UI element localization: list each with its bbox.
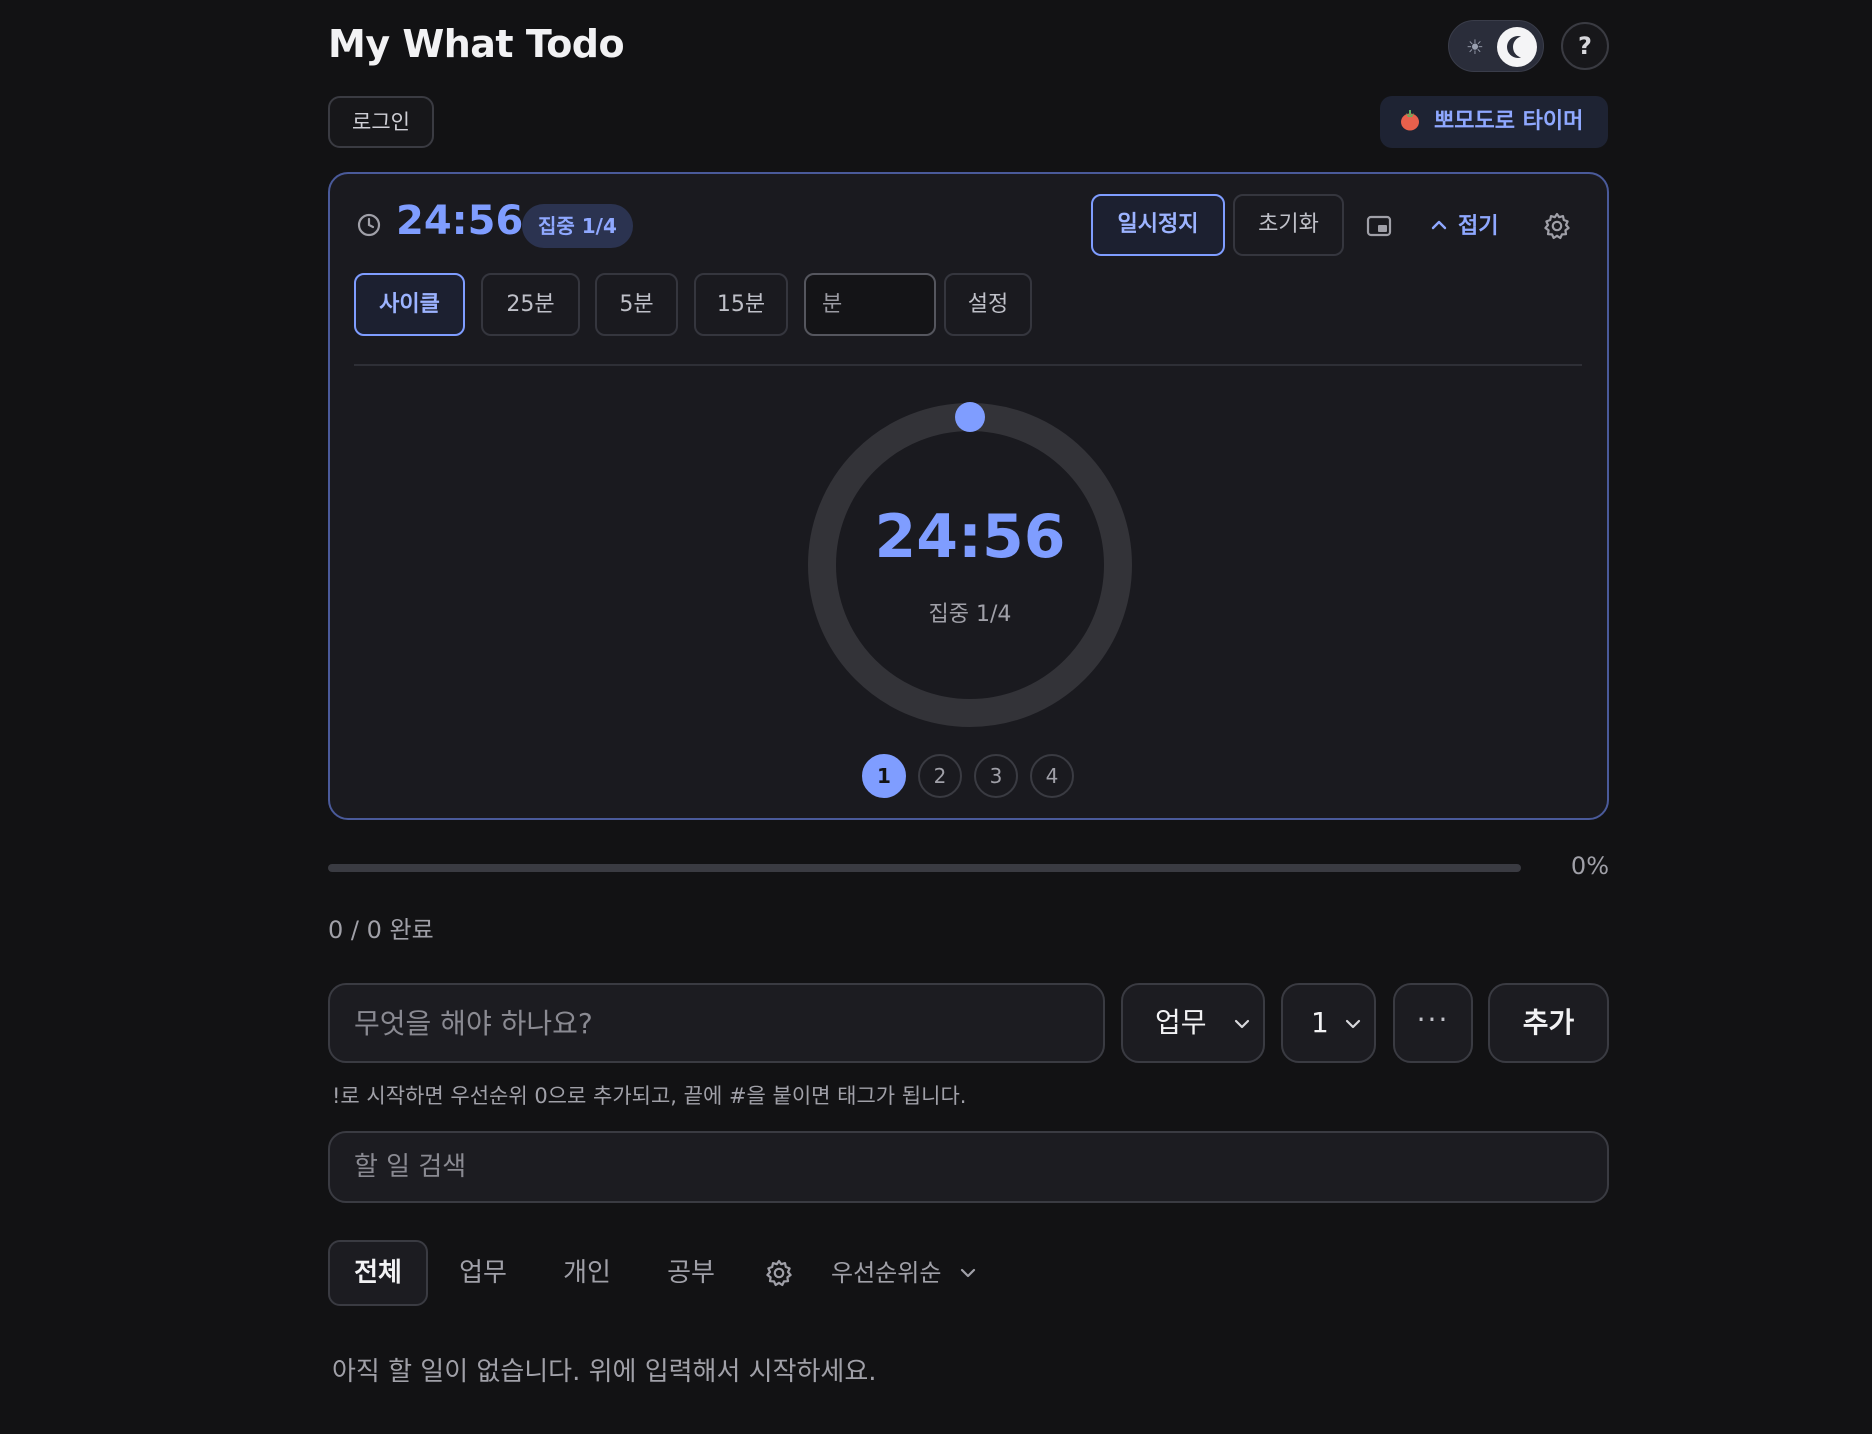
chevron-down-icon (961, 1268, 976, 1278)
filter-tab-personal[interactable]: 개인 (550, 1240, 624, 1306)
cycle-step-4: 4 (1030, 754, 1074, 798)
custom-minutes-input[interactable] (804, 273, 936, 336)
sort-select[interactable]: 우선순위순 (831, 1240, 977, 1306)
preset-cycle-button[interactable]: 사이클 (354, 273, 465, 336)
new-task-input[interactable] (328, 983, 1105, 1063)
ring-progress-knob (955, 402, 985, 432)
category-select[interactable]: 업무 (1121, 983, 1265, 1063)
search-input[interactable] (328, 1131, 1609, 1203)
cycle-step-2: 2 (918, 754, 962, 798)
clock-icon (357, 213, 381, 237)
chevron-down-icon (1345, 1019, 1361, 1029)
timer-settings-button[interactable]: 설정 (944, 273, 1032, 336)
priority-select[interactable]: 1 (1281, 983, 1376, 1063)
sort-select-value: 우선순위순 (831, 1259, 942, 1287)
moon-icon (1497, 27, 1537, 67)
mini-timer-display: 24:56 (396, 198, 524, 244)
filter-tab-study[interactable]: 공부 (654, 1240, 728, 1306)
preset-15min-button[interactable]: 15분 (694, 273, 788, 336)
pomodoro-timer-button[interactable]: 뽀모도로 타이머 (1380, 96, 1608, 148)
theme-toggle[interactable]: ☀ (1448, 20, 1544, 72)
chevron-down-icon (1234, 1019, 1250, 1029)
completed-count: 0 / 0 완료 (328, 916, 434, 944)
picture-in-picture-icon[interactable] (1366, 214, 1392, 238)
preset-25min-button[interactable]: 25분 (481, 273, 580, 336)
category-select-value: 업무 (1155, 1006, 1207, 1039)
gear-icon[interactable] (1542, 211, 1572, 241)
chevron-up-icon (1431, 220, 1447, 230)
sun-icon: ☀ (1466, 35, 1484, 59)
empty-state-message: 아직 할 일이 없습니다. 위에 입력해서 시작하세요. (332, 1357, 877, 1387)
more-options-button[interactable]: ··· (1393, 983, 1473, 1063)
panel-divider (354, 364, 1582, 366)
pomodoro-timer-label: 뽀모도로 타이머 (1434, 109, 1584, 134)
cycle-step-3: 3 (974, 754, 1018, 798)
progress-bar (328, 864, 1521, 872)
add-task-button[interactable]: 추가 (1488, 983, 1609, 1063)
tomato-icon (1401, 110, 1419, 131)
cycle-step-1: 1 (862, 754, 906, 798)
help-button[interactable]: ? (1561, 22, 1609, 70)
login-button[interactable]: 로그인 (328, 96, 434, 148)
priority-select-value: 1 (1311, 1006, 1329, 1039)
main-timer-display: 24:56 (874, 502, 1066, 572)
collapse-button[interactable]: 접기 (1430, 208, 1498, 240)
progress-percent: 0% (1570, 852, 1609, 880)
main-phase-label: 집중 1/4 (928, 602, 1012, 627)
preset-5min-button[interactable]: 5분 (595, 273, 678, 336)
filter-tab-all[interactable]: 전체 (328, 1240, 428, 1306)
pause-button[interactable]: 일시정지 (1091, 194, 1225, 256)
input-hint: !로 시작하면 우선순위 0으로 추가되고, 끝에 #을 붙이면 태그가 됩니다… (332, 1084, 967, 1108)
collapse-label: 접기 (1458, 214, 1499, 239)
app-title: My What Todo (328, 22, 625, 66)
category-settings-gear-icon[interactable] (764, 1258, 794, 1288)
filter-tab-work[interactable]: 업무 (446, 1240, 520, 1306)
phase-badge: 집중 1/4 (522, 204, 633, 248)
reset-button[interactable]: 초기화 (1233, 194, 1344, 256)
